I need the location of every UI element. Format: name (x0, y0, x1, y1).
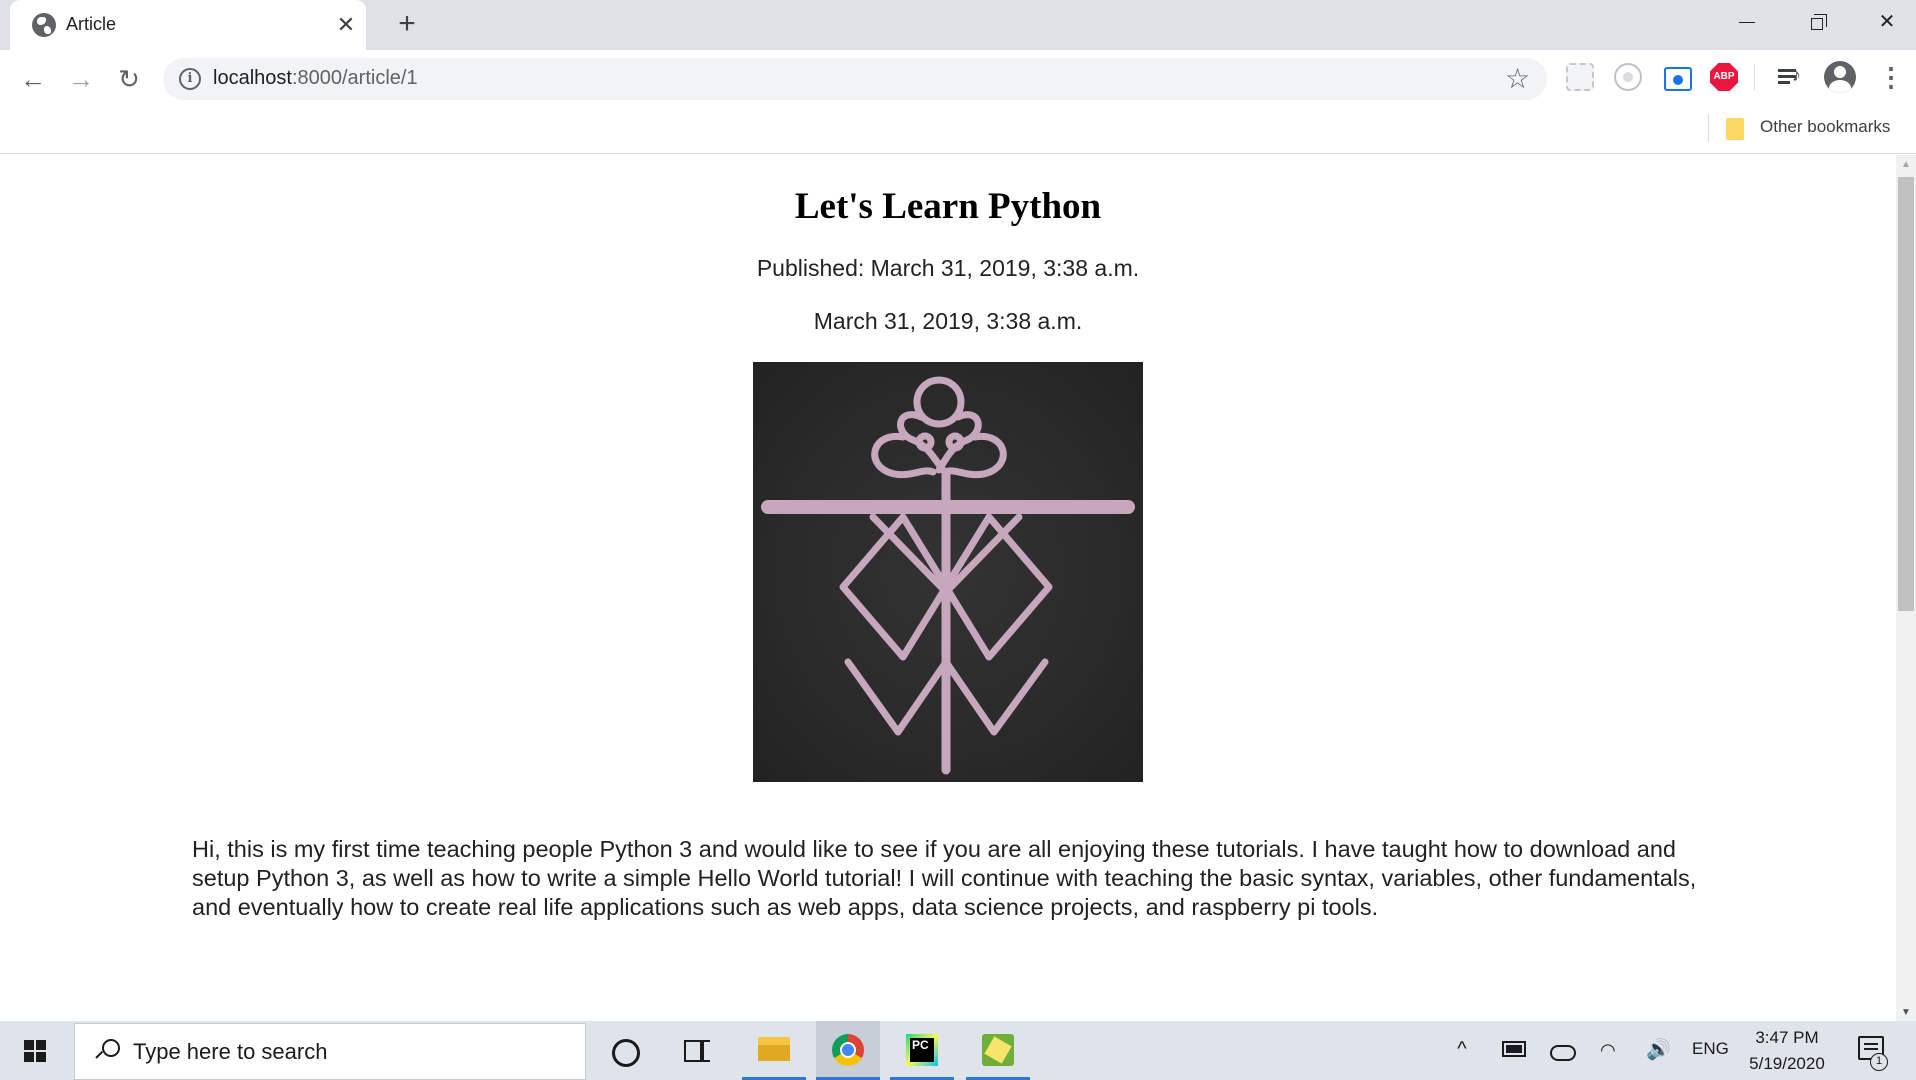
rune-symbol-image (753, 362, 1143, 782)
python-idle-icon[interactable] (966, 1021, 1030, 1080)
address-bar[interactable]: i localhost:8000/article/1 ☆ (163, 58, 1547, 100)
battery-icon[interactable] (1502, 1041, 1526, 1057)
back-button[interactable]: ← (16, 62, 50, 96)
chrome-menu-icon[interactable]: ⋮ (1878, 62, 1904, 92)
minimize-button[interactable] (1712, 0, 1782, 44)
article-title: Let's Learn Python (794, 186, 1102, 227)
task-view-icon[interactable] (664, 1021, 728, 1080)
wifi-icon[interactable]: ◠ (1600, 1039, 1624, 1061)
window-close-button[interactable]: ✕ (1852, 0, 1916, 44)
tab-strip: Article ✕ + ✕ (0, 0, 1916, 50)
scroll-down-icon[interactable]: ▼ (1896, 1005, 1916, 1021)
toolbar-divider (1754, 64, 1755, 90)
published-date: Published: March 31, 2019, 3:38 a.m. (756, 255, 1140, 281)
other-bookmarks-link[interactable]: Other bookmarks (1760, 117, 1890, 137)
page-scrollbar[interactable]: ▲ ▼ (1896, 155, 1916, 1021)
start-button[interactable] (0, 1021, 70, 1080)
windows-logo-icon (24, 1040, 46, 1062)
clock-date[interactable]: 5/19/2020 (1742, 1054, 1832, 1074)
clock-time[interactable]: 3:47 PM (1742, 1028, 1832, 1048)
bookmark-star-icon[interactable]: ☆ (1505, 62, 1530, 95)
tab-title: Article (66, 14, 117, 34)
extension-icon[interactable] (1614, 63, 1642, 91)
rune-symbol-icon (761, 376, 1135, 775)
pycharm-label: PC (912, 1038, 929, 1052)
scroll-thumb[interactable] (1898, 177, 1914, 611)
windows-taskbar: Type here to search PC ^ ◠ 🔊 ENG 3:47 PM… (0, 1021, 1916, 1080)
scroll-up-icon[interactable]: ▲ (1896, 157, 1916, 173)
notification-count-badge: 1 (1870, 1053, 1888, 1071)
taskbar-search-box[interactable]: Type here to search (74, 1023, 586, 1080)
new-tab-button[interactable]: + (392, 9, 422, 40)
site-info-icon[interactable]: i (179, 68, 201, 90)
restore-button[interactable] (1782, 0, 1852, 44)
cortana-icon[interactable] (592, 1021, 656, 1080)
search-placeholder: Type here to search (133, 1039, 328, 1064)
folder-icon (1726, 118, 1744, 140)
url-path: :8000/article/1 (291, 67, 418, 89)
chrome-icon[interactable] (816, 1021, 880, 1080)
extension-icon[interactable] (1566, 63, 1594, 91)
file-explorer-icon[interactable] (742, 1021, 806, 1080)
profile-avatar-icon[interactable] (1824, 61, 1856, 93)
url-host: localhost (213, 67, 292, 89)
tab-close-icon[interactable]: ✕ (334, 13, 358, 37)
media-control-icon[interactable] (1776, 63, 1804, 91)
show-hidden-icons-chevron-icon[interactable]: ^ (1452, 1039, 1472, 1059)
tab-article[interactable]: Article ✕ (10, 0, 366, 50)
page-content: Let's Learn Python Published: March 31, … (0, 155, 1896, 1021)
onedrive-icon[interactable] (1548, 1039, 1576, 1061)
article-date: March 31, 2019, 3:38 a.m. (813, 308, 1083, 334)
globe-icon (32, 13, 56, 37)
minimize-icon (1739, 22, 1755, 24)
article-body: Hi, this is my first time teaching peopl… (192, 836, 1697, 920)
reload-button[interactable]: ↻ (112, 62, 146, 96)
screenshot-extension-icon[interactable] (1662, 63, 1692, 91)
volume-icon[interactable]: 🔊 (1646, 1039, 1671, 1061)
search-icon (95, 1039, 120, 1063)
bookmarks-divider (1708, 114, 1709, 142)
input-language[interactable]: ENG (1692, 1039, 1729, 1059)
url-text[interactable]: localhost:8000/article/1 (213, 67, 418, 90)
forward-button[interactable]: → (64, 62, 98, 96)
restore-icon (1811, 14, 1827, 31)
bookmarks-bar: Other bookmarks (0, 106, 1916, 154)
pycharm-icon[interactable]: PC (890, 1021, 954, 1080)
